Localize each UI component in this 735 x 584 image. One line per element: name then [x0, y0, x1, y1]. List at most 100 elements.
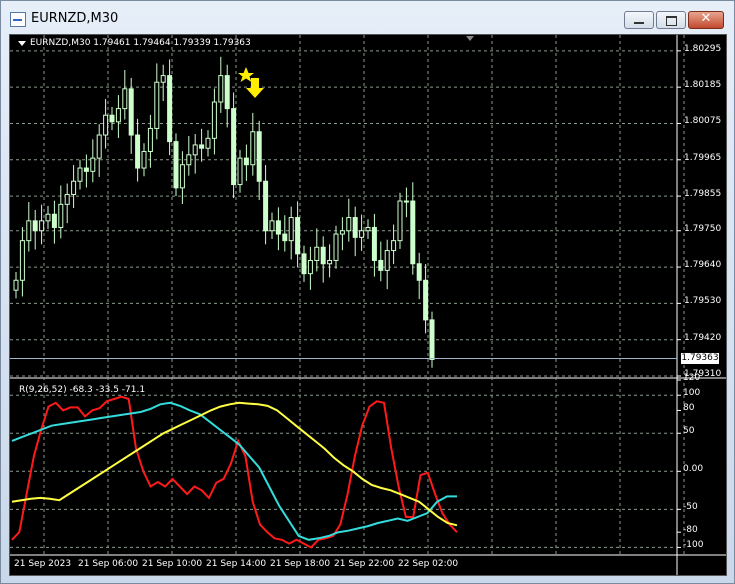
candle-body — [186, 154, 192, 166]
candle-body — [141, 151, 147, 169]
minimize-icon — [634, 22, 644, 24]
candle-body — [403, 200, 409, 203]
candle-body — [160, 75, 166, 83]
candle-body — [32, 220, 38, 232]
candle-body — [211, 101, 217, 139]
time-tick-label: 21 Sep 18:00 — [270, 559, 331, 569]
candle-body — [77, 167, 83, 182]
maximize-icon — [666, 16, 677, 26]
candle-body — [346, 217, 352, 232]
chart-window-icon — [10, 12, 26, 27]
candle-body — [26, 220, 32, 242]
candle-body — [327, 259, 333, 265]
time-tick-label: 21 Sep 10:00 — [142, 559, 203, 569]
symbol-ohlc-info: EURNZD,M30 1.79461 1.79464 1.79339 1.793… — [30, 38, 251, 48]
title-bar[interactable]: EURNZD,M30 ✕ — [1, 1, 734, 33]
candle-body — [231, 108, 237, 186]
indicator-tick-label: 120 — [683, 373, 701, 383]
candle-body — [51, 213, 57, 228]
indicator-tick-label: -100 — [683, 540, 704, 551]
candle-body — [359, 230, 365, 238]
candle-body — [109, 114, 115, 123]
candle-body — [378, 259, 384, 271]
price-tick-label: 1.80295 — [684, 43, 722, 54]
candle-body — [269, 220, 275, 232]
candle-body — [179, 164, 185, 189]
price-tick-label: 1.79855 — [684, 189, 722, 200]
candle-body — [320, 246, 326, 265]
candle-body — [256, 131, 262, 182]
candle-body — [224, 75, 230, 110]
maximize-button[interactable] — [656, 11, 686, 29]
candle-body — [275, 220, 281, 235]
indicator-label: R(9,26,52) -68.3 -33.5 -71.1 — [19, 385, 146, 395]
candle-body — [205, 137, 211, 149]
chart-area[interactable]: EURNZD,M30 1.79461 1.79464 1.79339 1.793… — [9, 34, 727, 576]
time-tick-label: 21 Sep 22:00 — [334, 559, 395, 569]
candle-body — [301, 253, 307, 275]
close-button[interactable]: ✕ — [688, 11, 724, 29]
candle-body — [173, 141, 179, 189]
candle-body — [192, 144, 198, 156]
chart-canvas[interactable] — [10, 35, 726, 575]
down-arrow-icon — [246, 78, 264, 98]
price-tick-label: 1.79530 — [684, 296, 722, 307]
time-tick-label: 22 Sep 02:00 — [398, 559, 459, 569]
candle-body — [19, 240, 25, 281]
candle-body — [39, 220, 45, 232]
candle-body — [103, 114, 109, 136]
indicator-tick-label: 50 — [683, 426, 695, 437]
candle-body — [237, 157, 243, 186]
candle-body — [64, 193, 70, 205]
candle-body — [371, 226, 377, 261]
candle-body — [135, 134, 141, 169]
price-tick-label: 1.79750 — [684, 223, 722, 234]
minimize-button[interactable] — [624, 11, 654, 29]
candle-body — [314, 246, 320, 261]
candle-body — [250, 131, 256, 166]
candle-body — [167, 75, 173, 143]
candle-body — [288, 217, 294, 242]
candle-body — [416, 263, 422, 281]
price-tick-label: 1.80185 — [684, 80, 722, 91]
candle-body — [147, 127, 153, 153]
symbol-dropdown-icon[interactable] — [18, 41, 26, 46]
candle-body — [71, 180, 77, 195]
indicator-line-red — [11, 395, 458, 549]
price-tick-label: 1.80075 — [684, 116, 722, 127]
candle-body — [307, 259, 313, 275]
candle-body — [429, 319, 435, 360]
candle-body — [83, 167, 89, 172]
candle-body — [384, 250, 390, 271]
price-tick-label: 1.79965 — [684, 152, 722, 163]
candle-body — [423, 279, 429, 321]
candle-body — [115, 108, 121, 123]
time-tick-label: 21 Sep 2023 — [14, 559, 72, 569]
candle-body — [397, 200, 403, 242]
close-icon: ✕ — [700, 11, 712, 26]
candle-body — [13, 279, 19, 291]
time-tick-label: 21 Sep 14:00 — [206, 559, 267, 569]
indicator-tick-label: 0.00 — [683, 464, 704, 475]
window-title: EURNZD,M30 — [31, 11, 119, 26]
indicator-tick-label: 80 — [683, 403, 695, 414]
candle-body — [154, 81, 160, 129]
candle-body — [199, 144, 205, 149]
candle-body — [218, 75, 224, 103]
time-tick-label: 21 Sep 06:00 — [78, 559, 139, 569]
candle-body — [333, 233, 339, 261]
candle-body — [263, 180, 269, 232]
current-price-tag: 1.79363 — [681, 352, 719, 364]
price-tick-label: 1.79640 — [684, 260, 722, 271]
indicator-tick-label: -50 — [683, 502, 698, 513]
candle-body — [122, 88, 128, 110]
candle-body — [365, 226, 371, 232]
chart-shift-marker — [466, 36, 474, 41]
candle-body — [410, 200, 416, 265]
candle-body — [96, 134, 102, 159]
chart-window: EURNZD,M30 ✕ EURNZD,M30 1.79461 1.79464 … — [0, 0, 735, 584]
candle-body — [339, 230, 345, 235]
candle-body — [90, 157, 96, 172]
candle-body — [58, 203, 64, 228]
candle-body — [128, 88, 134, 136]
